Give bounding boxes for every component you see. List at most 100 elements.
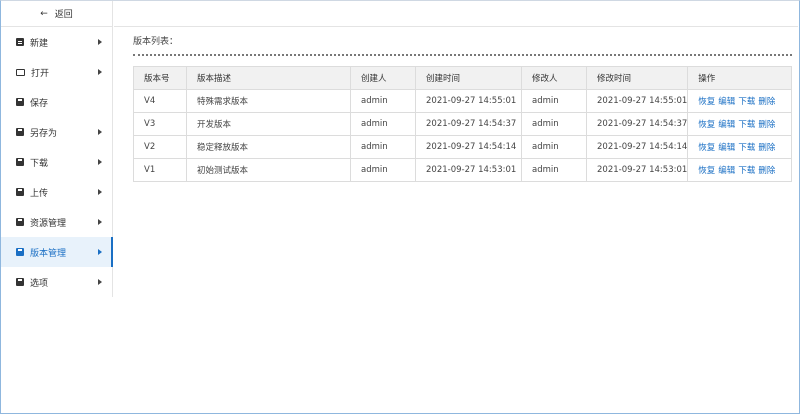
delete-link[interactable]: 删除	[758, 97, 775, 107]
restore-link[interactable]: 恢复	[698, 143, 715, 153]
table-row: V1 初始测试版本 admin 2021-09-27 14:53:01 admi…	[133, 158, 792, 182]
sidebar-item-label: 资源管理	[30, 218, 67, 229]
header-description: 版本描述	[186, 66, 351, 90]
dotted-divider	[133, 54, 792, 56]
cell-creator: admin	[350, 135, 416, 159]
table-row: V3 开发版本 admin 2021-09-27 14:54:37 admin …	[133, 112, 792, 136]
sidebar-item-resources[interactable]: 资源管理	[1, 207, 112, 237]
download-icon	[16, 158, 24, 166]
cell-version: V2	[133, 135, 187, 159]
edit-link[interactable]: 编辑	[718, 120, 735, 130]
sidebar-item-label: 另存为	[30, 128, 58, 139]
chevron-right-icon	[98, 39, 102, 45]
sidebar-item-save-as[interactable]: 另存为	[1, 117, 112, 147]
back-button[interactable]: ← 返回	[1, 1, 112, 27]
arrow-left-icon: ←	[40, 8, 48, 19]
cell-version: V4	[133, 89, 187, 113]
cell-creator: admin	[350, 112, 416, 136]
cell-actions: 恢复 编辑 下载 删除	[687, 135, 792, 159]
top-band	[114, 1, 798, 27]
cell-modifier: admin	[521, 158, 587, 182]
sidebar-item-label: 打开	[31, 68, 50, 79]
edit-link[interactable]: 编辑	[718, 143, 735, 153]
cell-actions: 恢复 编辑 下载 删除	[687, 89, 792, 113]
version-icon	[16, 248, 24, 256]
cell-modifier: admin	[521, 89, 587, 113]
header-modifier: 修改人	[521, 66, 587, 90]
download-link[interactable]: 下载	[738, 120, 755, 130]
chevron-right-icon	[98, 189, 102, 195]
chevron-right-icon	[98, 129, 102, 135]
sidebar-item-label: 保存	[30, 98, 49, 109]
sidebar-item-version-management[interactable]: 版本管理	[1, 237, 113, 267]
delete-link[interactable]: 删除	[758, 120, 775, 130]
sidebar-item-options[interactable]: 选项	[1, 267, 112, 297]
download-link[interactable]: 下载	[738, 166, 755, 176]
chevron-right-icon	[98, 69, 102, 75]
back-label: 返回	[54, 10, 73, 20]
header-created-time: 创建时间	[415, 66, 522, 90]
sidebar: ← 返回 新建 打开 保存 另存为 下载 上传 资源管理 版本管理 选项	[1, 1, 113, 297]
table-row: V2 稳定释放版本 admin 2021-09-27 14:54:14 admi…	[133, 135, 792, 159]
cell-version: V1	[133, 158, 187, 182]
file-icon	[16, 38, 24, 46]
edit-link[interactable]: 编辑	[718, 97, 735, 107]
save-icon	[16, 98, 24, 106]
version-table: 版本号 版本描述 创建人 创建时间 修改人 修改时间 操作 V4 特殊需求版本 …	[133, 66, 792, 182]
cell-modified-time: 2021-09-27 14:54:14	[585, 135, 689, 159]
main-panel: 版本列表： 版本号 版本描述 创建人 创建时间 修改人 修改时间 操作 V4 特…	[114, 1, 798, 411]
cell-creator: admin	[350, 89, 416, 113]
sidebar-item-label: 下载	[30, 158, 49, 169]
upload-icon	[16, 188, 24, 196]
sidebar-item-label: 新建	[30, 38, 49, 49]
chevron-right-icon	[98, 159, 102, 165]
sidebar-item-open[interactable]: 打开	[1, 57, 112, 87]
options-icon	[16, 278, 24, 286]
cell-actions: 恢复 编辑 下载 删除	[687, 112, 792, 136]
header-creator: 创建人	[350, 66, 416, 90]
download-link[interactable]: 下载	[738, 143, 755, 153]
table-header-row: 版本号 版本描述 创建人 创建时间 修改人 修改时间 操作	[133, 66, 792, 90]
header-version: 版本号	[133, 66, 187, 90]
cell-actions: 恢复 编辑 下载 删除	[687, 158, 792, 182]
sidebar-item-label: 上传	[30, 188, 49, 199]
resource-icon	[16, 218, 24, 226]
cell-created-time: 2021-09-27 14:55:01	[415, 89, 522, 113]
restore-link[interactable]: 恢复	[698, 120, 715, 130]
cell-description: 特殊需求版本	[186, 89, 351, 113]
sidebar-item-new[interactable]: 新建	[1, 27, 112, 57]
cell-description: 初始测试版本	[186, 158, 351, 182]
restore-link[interactable]: 恢复	[698, 97, 715, 107]
cell-modifier: admin	[521, 135, 587, 159]
chevron-right-icon	[98, 249, 102, 255]
download-link[interactable]: 下载	[738, 97, 755, 107]
restore-link[interactable]: 恢复	[698, 166, 715, 176]
sidebar-item-label: 版本管理	[30, 248, 67, 259]
cell-description: 稳定释放版本	[186, 135, 351, 159]
chevron-right-icon	[98, 279, 102, 285]
save-as-icon	[16, 128, 24, 136]
sidebar-item-label: 选项	[30, 278, 49, 289]
cell-modified-time: 2021-09-27 14:53:01	[585, 158, 689, 182]
table-row: V4 特殊需求版本 admin 2021-09-27 14:55:01 admi…	[133, 89, 792, 113]
header-actions: 操作	[687, 66, 792, 90]
cell-creator: admin	[350, 158, 416, 182]
cell-created-time: 2021-09-27 14:54:37	[415, 112, 522, 136]
sidebar-item-download[interactable]: 下载	[1, 147, 112, 177]
cell-description: 开发版本	[186, 112, 351, 136]
sidebar-item-upload[interactable]: 上传	[1, 177, 112, 207]
chevron-right-icon	[98, 219, 102, 225]
delete-link[interactable]: 删除	[758, 166, 775, 176]
sidebar-item-save[interactable]: 保存	[1, 87, 112, 117]
cell-created-time: 2021-09-27 14:54:14	[415, 135, 522, 159]
header-modified-time: 修改时间	[585, 66, 689, 90]
cell-modifier: admin	[521, 112, 587, 136]
section-title: 版本列表：	[133, 37, 179, 47]
cell-version: V3	[133, 112, 187, 136]
folder-icon	[16, 68, 25, 76]
edit-link[interactable]: 编辑	[718, 166, 735, 176]
cell-modified-time: 2021-09-27 14:54:37	[585, 112, 689, 136]
cell-created-time: 2021-09-27 14:53:01	[415, 158, 522, 182]
cell-modified-time: 2021-09-27 14:55:01	[585, 89, 689, 113]
delete-link[interactable]: 删除	[758, 143, 775, 153]
